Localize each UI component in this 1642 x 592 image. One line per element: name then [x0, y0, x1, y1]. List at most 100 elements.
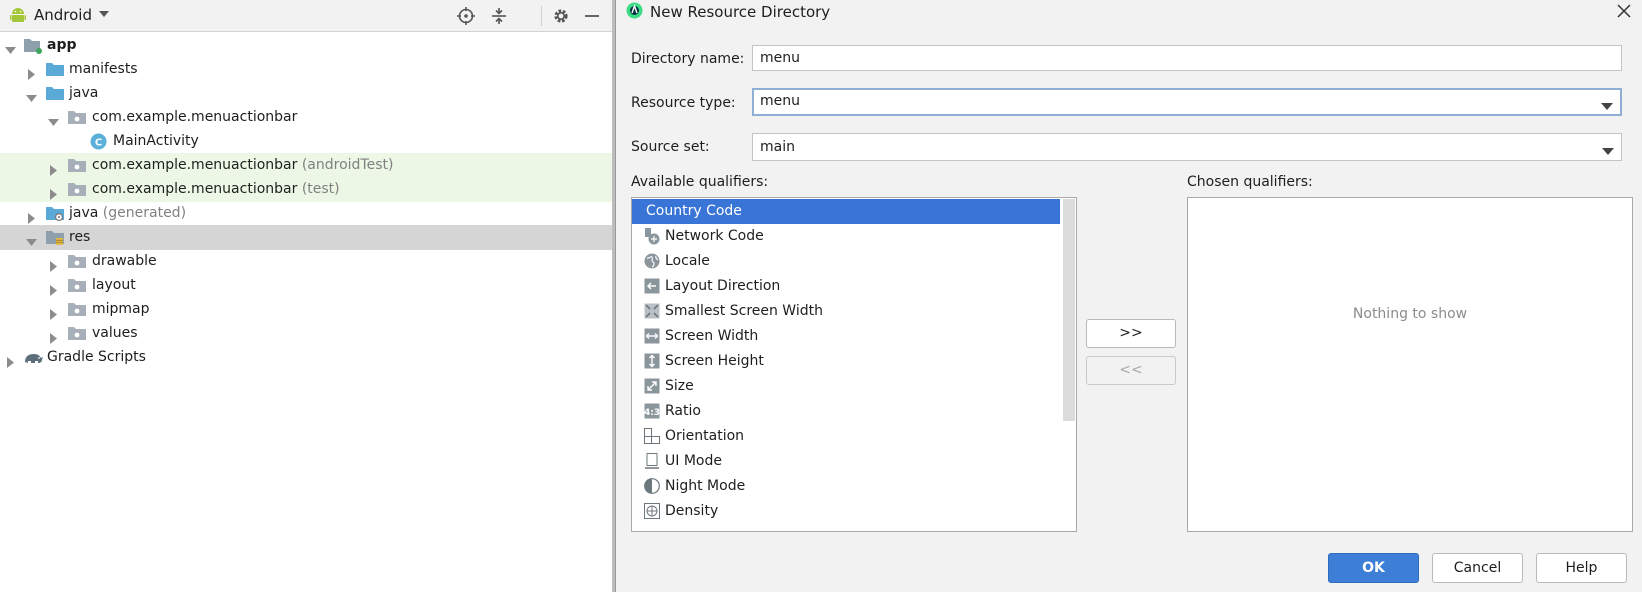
- resource-type-value: menu: [760, 93, 800, 109]
- project-panel-header: Android: [0, 0, 612, 32]
- dialog-title: New Resource Directory: [650, 3, 831, 21]
- tree-item-java-generated[interactable]: java (generated): [0, 201, 612, 226]
- qualifier-label: Ratio: [665, 403, 701, 419]
- expanded-arrow-icon[interactable]: [48, 112, 59, 126]
- tree-item-package[interactable]: com.example.menuactionbar: [0, 105, 612, 130]
- expanded-arrow-icon[interactable]: [5, 40, 16, 54]
- available-qualifiers-label: Available qualifiers:: [631, 174, 769, 190]
- tree-item-values[interactable]: values: [0, 321, 612, 346]
- qualifier-label: Size: [665, 378, 694, 394]
- chosen-qualifiers-list[interactable]: Nothing to show: [1187, 197, 1633, 532]
- tree-item-package-test[interactable]: com.example.menuactionbar (test): [0, 177, 612, 202]
- collapsed-arrow-icon[interactable]: [48, 280, 59, 296]
- qualifier-item-smallest-screen-width[interactable]: Smallest Screen Width: [632, 299, 1060, 324]
- close-icon[interactable]: [1615, 2, 1633, 20]
- chevron-down-icon[interactable]: [1601, 99, 1613, 115]
- qualifier-label: Orientation: [665, 428, 745, 444]
- qualifier-item-night-mode[interactable]: Night Mode: [632, 474, 1060, 499]
- tree-item-mipmap[interactable]: mipmap: [0, 297, 612, 322]
- android-icon: [10, 7, 26, 28]
- qualifier-item-locale[interactable]: Locale: [632, 249, 1060, 274]
- header-separator: [541, 6, 542, 26]
- directory-name-value: menu: [760, 50, 800, 66]
- qualifier-item-screen-width[interactable]: Screen Width: [632, 324, 1060, 349]
- help-button[interactable]: Help: [1536, 553, 1627, 583]
- tree-label: com.example.menuactionbar: [92, 109, 298, 125]
- tree-label: manifests: [69, 61, 138, 77]
- qualifier-label: Night Mode: [665, 478, 746, 494]
- collapsed-arrow-icon[interactable]: [26, 64, 37, 80]
- empty-state-text: Nothing to show: [1352, 306, 1468, 322]
- qualifier-label: Network Code: [665, 228, 764, 244]
- tree-item-mainactivity[interactable]: C MainActivity: [0, 129, 612, 154]
- android-studio-icon: [626, 2, 643, 23]
- project-panel: Android app manifests java com.example.m…: [0, 0, 612, 592]
- tree-label: mipmap: [92, 301, 150, 317]
- qualifier-label: Country Code: [646, 203, 742, 219]
- chosen-qualifiers-label: Chosen qualifiers:: [1187, 174, 1313, 190]
- cancel-button[interactable]: Cancel: [1432, 553, 1523, 583]
- qualifier-label: Screen Width: [665, 328, 759, 344]
- new-resource-directory-dialog: New Resource Directory Directory name: m…: [615, 0, 1642, 592]
- tree-item-app[interactable]: app: [0, 33, 612, 58]
- ok-button[interactable]: OK: [1328, 553, 1419, 583]
- collapsed-arrow-icon[interactable]: [48, 184, 59, 200]
- qualifier-item-layout-direction[interactable]: Layout Direction: [632, 274, 1060, 299]
- qualifier-item-ratio[interactable]: 4:3 Ratio: [632, 399, 1060, 424]
- qualifier-label: Locale: [665, 253, 710, 269]
- chevron-down-icon[interactable]: [98, 8, 110, 24]
- tree-label-suffix: (test): [301, 181, 340, 197]
- tree-item-gradle-scripts[interactable]: Gradle Scripts: [0, 345, 612, 370]
- qualifiers-scrollbar[interactable]: [1063, 199, 1075, 421]
- tree-label: Gradle Scripts: [47, 349, 146, 365]
- chevron-down-icon[interactable]: [1602, 144, 1614, 160]
- view-selector-label[interactable]: Android: [34, 6, 92, 24]
- tree-label: app: [47, 37, 77, 53]
- qualifier-label: Smallest Screen Width: [665, 303, 823, 319]
- expanded-arrow-icon[interactable]: [26, 88, 37, 102]
- add-qualifier-button[interactable]: >>: [1086, 319, 1176, 348]
- resource-type-select[interactable]: menu: [752, 88, 1622, 116]
- tree-item-manifests[interactable]: manifests: [0, 57, 612, 82]
- collapse-all-icon[interactable]: [490, 7, 508, 25]
- tree-item-package-androidtest[interactable]: com.example.menuactionbar (androidTest): [0, 153, 612, 178]
- gradle-icon: [24, 349, 44, 374]
- minimize-icon[interactable]: [583, 7, 601, 25]
- gear-icon[interactable]: [552, 7, 570, 25]
- qualifier-item-size[interactable]: Size: [632, 374, 1060, 399]
- qualifier-item-orientation[interactable]: Orientation: [632, 424, 1060, 449]
- collapsed-arrow-icon[interactable]: [48, 256, 59, 272]
- qualifier-item-ui-mode[interactable]: UI Mode: [632, 449, 1060, 474]
- remove-qualifier-button[interactable]: <<: [1086, 356, 1176, 385]
- qualifier-item-density[interactable]: Density: [632, 499, 1060, 524]
- svg-text:4:3: 4:3: [644, 408, 660, 418]
- locate-icon[interactable]: [457, 7, 475, 25]
- source-set-value: main: [760, 139, 795, 155]
- directory-name-field[interactable]: menu: [752, 45, 1622, 71]
- source-set-select[interactable]: main: [752, 133, 1622, 161]
- qualifier-item-screen-height[interactable]: Screen Height: [632, 349, 1060, 374]
- qualifier-label: Density: [665, 503, 719, 519]
- collapsed-arrow-icon[interactable]: [48, 304, 59, 320]
- qualifier-item-country-code[interactable]: Country Code: [632, 199, 1060, 224]
- expanded-arrow-icon[interactable]: [26, 232, 37, 246]
- tree-label: java: [69, 205, 99, 221]
- available-qualifiers-list[interactable]: Country Code Network Code Locale Layout …: [631, 197, 1077, 532]
- tree-item-drawable[interactable]: drawable: [0, 249, 612, 274]
- tree-label: drawable: [92, 253, 157, 269]
- tree-label: res: [69, 229, 91, 245]
- tree-label: values: [92, 325, 138, 341]
- tree-label: com.example.menuactionbar: [92, 181, 298, 197]
- qualifier-label: Layout Direction: [665, 278, 781, 294]
- collapsed-arrow-icon[interactable]: [26, 208, 37, 224]
- qualifier-item-network-code[interactable]: Network Code: [632, 224, 1060, 249]
- tree-label: layout: [92, 277, 136, 293]
- tree-item-java[interactable]: java: [0, 81, 612, 106]
- tree-item-layout[interactable]: layout: [0, 273, 612, 298]
- collapsed-arrow-icon[interactable]: [48, 160, 59, 176]
- collapsed-arrow-icon[interactable]: [5, 352, 16, 368]
- collapsed-arrow-icon[interactable]: [48, 328, 59, 344]
- tree-item-res[interactable]: res: [0, 225, 612, 250]
- qualifier-label: UI Mode: [665, 453, 722, 469]
- svg-text:C: C: [95, 138, 102, 149]
